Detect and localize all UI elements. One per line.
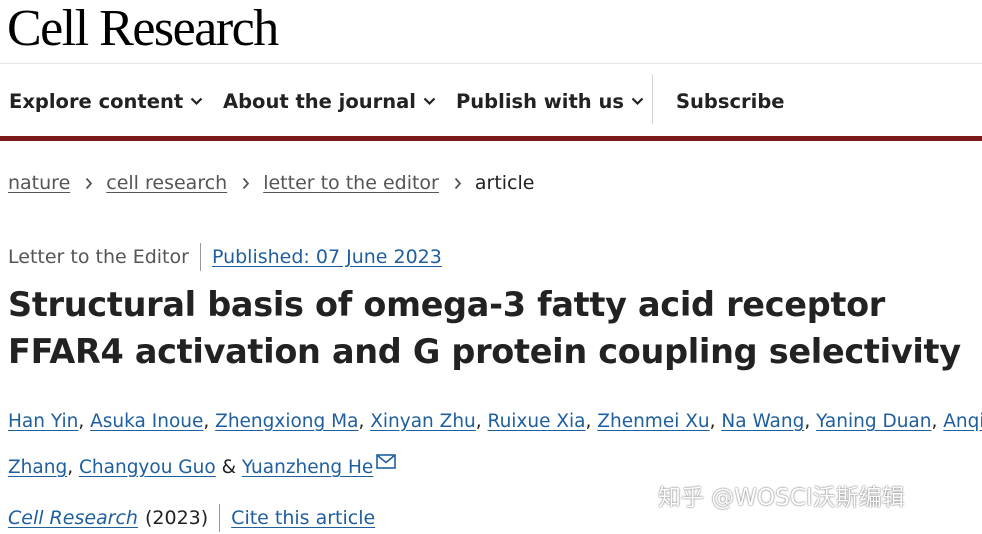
author-separator: , [931,411,944,432]
journal-link[interactable]: Cell Research [8,507,138,529]
author-link[interactable]: Asuka Inoue [90,411,203,432]
published-date-link[interactable]: Published: 07 June 2023 [212,246,442,268]
author-line-1: Han Yin, Asuka Inoue, Zhengxiong Ma, Xin… [8,401,982,443]
nav-subscribe-label: Subscribe [676,89,785,113]
author-separator: , [804,411,817,432]
article-title: Structural basis of omega-3 fatty acid r… [8,285,961,371]
chevron-right-icon [454,177,462,190]
nav-about-the-journal[interactable]: About the journal [223,74,436,128]
author-separator: , [67,457,79,478]
nav-divider [652,74,653,124]
author-list: Han Yin, Asuka Inoue, Zhengxiong Ma, Xin… [8,401,982,485]
cite-divider [219,504,221,532]
chevron-down-icon [190,97,203,105]
nav-explore-content-label: Explore content [9,89,184,113]
breadcrumb-cell-research[interactable]: cell research [106,172,227,194]
citation-line: Cell Research (2023) Cite this article [8,503,375,533]
journal-logo[interactable]: Cell Research [7,0,279,58]
nav-publish-with-us[interactable]: Publish with us [456,74,644,128]
watermark: 知乎 @WOSCI沃斯编辑 [658,485,905,511]
author-link[interactable]: Anqi [943,411,982,432]
nav-publish-with-us-label: Publish with us [456,89,624,113]
author-link[interactable]: Changyou Guo [79,457,216,478]
chevron-down-icon [631,97,644,105]
nav-explore-content[interactable]: Explore content [9,74,203,128]
publication-year: (2023) [144,507,209,529]
author-ampersand: & [215,457,242,478]
meta-divider [199,243,201,271]
author-separator: , [203,411,216,432]
author-link[interactable]: Zhenmei Xu [597,411,709,432]
author-link[interactable]: Han Yin [8,411,78,432]
breadcrumb-nature[interactable]: nature [8,172,70,194]
author-link[interactable]: Zhang [8,457,67,478]
cite-this-article-link[interactable]: Cite this article [231,507,375,529]
article-type: Letter to the Editor [8,246,189,268]
main-nav: Explore content About the journal Publis… [0,74,982,128]
author-link-corresponding[interactable]: Yuanzheng He [242,457,373,478]
author-link[interactable]: Ruixue Xia [488,411,586,432]
author-separator: , [585,411,598,432]
accent-bar [0,136,982,141]
chevron-right-icon [242,177,250,190]
author-link[interactable]: Xinyan Zhu [370,411,476,432]
breadcrumb-current: article [474,172,535,194]
author-link[interactable]: Zhengxiong Ma [215,411,358,432]
chevron-down-icon [423,97,436,105]
nav-about-the-journal-label: About the journal [223,89,416,113]
author-separator: , [475,411,488,432]
author-separator: , [709,411,722,432]
header-divider [0,63,982,64]
author-separator: , [358,411,371,432]
breadcrumb-letter-to-the-editor[interactable]: letter to the editor [263,172,439,194]
chevron-right-icon [85,177,93,190]
breadcrumb: nature cell research letter to the edito… [8,168,534,198]
author-link[interactable]: Na Wang [721,411,804,432]
author-separator: , [78,411,91,432]
envelope-icon[interactable] [376,443,397,485]
nav-subscribe[interactable]: Subscribe [676,74,785,128]
author-link[interactable]: Yaning Duan [816,411,931,432]
article-meta: Letter to the Editor Published: 07 June … [8,242,442,272]
